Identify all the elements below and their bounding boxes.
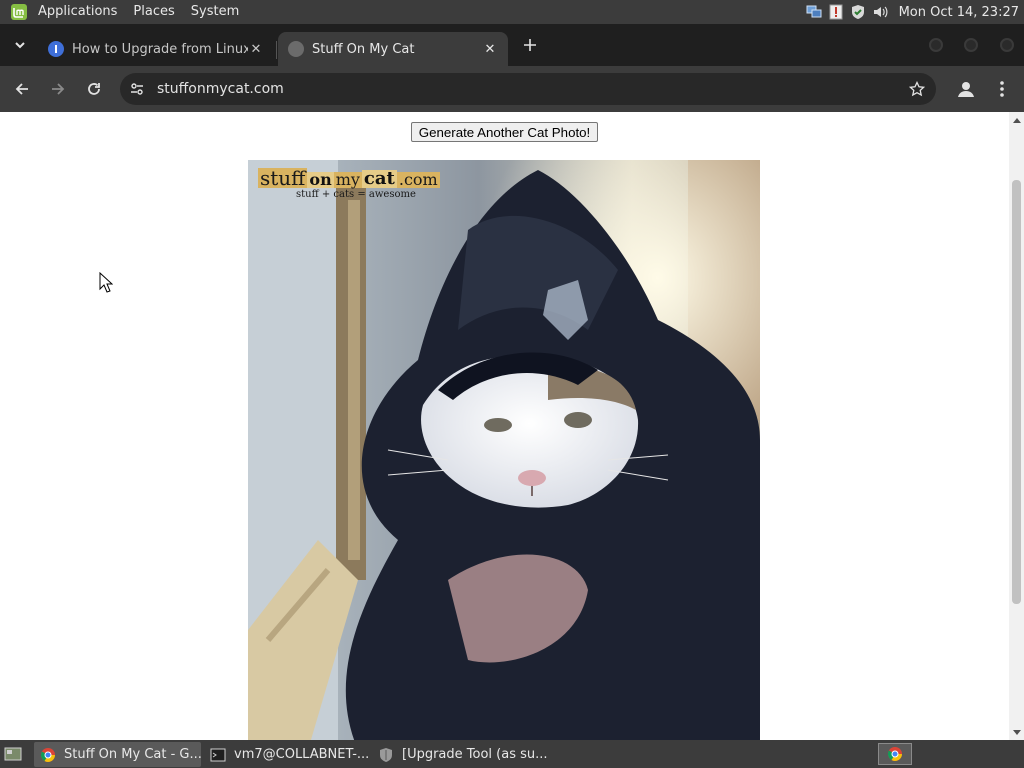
cat-photo: stuff on my cat .com stuff + cats = awes…: [248, 160, 760, 740]
profile-avatar-icon[interactable]: [953, 76, 979, 102]
tab-close-icon[interactable]: ✕: [482, 41, 498, 57]
reload-icon: [88, 83, 100, 95]
site-info-icon[interactable]: [128, 80, 146, 98]
watermark-word: on: [307, 170, 334, 189]
tab-strip: How to Upgrade from Linux ✕ Stuff On My …: [0, 24, 1024, 66]
new-tab-button[interactable]: [518, 33, 542, 57]
scrollbar-thumb[interactable]: [1012, 180, 1021, 604]
shield-tray-icon[interactable]: [850, 4, 866, 20]
menu-places[interactable]: Places: [125, 0, 182, 24]
network-icon[interactable]: [806, 4, 822, 20]
taskbar-item-label: Stuff On My Cat - G...: [64, 747, 202, 762]
scroll-up-arrow-icon[interactable]: [1009, 112, 1024, 127]
menu-applications[interactable]: Applications: [30, 0, 125, 24]
back-button[interactable]: [10, 77, 34, 101]
volume-icon[interactable]: [872, 4, 888, 20]
arrow-left-icon: [15, 83, 28, 95]
chrome-icon: [887, 747, 902, 761]
bookmark-star-icon[interactable]: [908, 80, 926, 98]
top-panel: Applications Places System Mon Oct 14, 2…: [0, 0, 1024, 24]
watermark-tagline: stuff + cats = awesome: [296, 189, 416, 200]
browser-toolbar: stuffonmycat.com: [0, 66, 1024, 112]
tab-close-icon[interactable]: ✕: [248, 41, 264, 57]
menu-system[interactable]: System: [183, 0, 247, 24]
tab-separator: [276, 41, 277, 59]
close-window-button[interactable]: [1000, 38, 1014, 52]
mint-logo-icon[interactable]: [8, 2, 30, 22]
plus-icon: [524, 39, 536, 51]
maximize-button[interactable]: [964, 38, 978, 52]
shield-icon: [378, 747, 394, 763]
chevron-down-icon: [15, 42, 25, 49]
taskbar-item-label: vm7@COLLABNET-...: [234, 747, 370, 762]
workspace-switcher[interactable]: [878, 743, 912, 765]
vertical-scrollbar[interactable]: [1009, 112, 1024, 740]
clock[interactable]: Mon Oct 14, 23:27: [891, 5, 1024, 20]
page-viewport: Generate Another Cat Photo! stuff on my …: [0, 112, 1024, 740]
tab-favicon-icon: [48, 41, 64, 57]
taskbar-item-terminal[interactable]: vm7@COLLABNET-...: [204, 742, 370, 767]
tab-search-button[interactable]: [8, 33, 32, 57]
watermark-word: cat: [361, 168, 397, 189]
mouse-cursor-icon: [99, 271, 114, 298]
watermark-word: my: [333, 170, 362, 189]
bottom-taskbar: Stuff On My Cat - G... vm7@COLLABNET-...…: [0, 740, 1024, 768]
taskbar-item-upgrade-tool[interactable]: [Upgrade Tool (as su...: [372, 742, 548, 767]
update-alert-icon[interactable]: [828, 4, 844, 20]
watermark-word: .com: [396, 170, 440, 189]
generate-cat-photo-button[interactable]: Generate Another Cat Photo!: [411, 122, 598, 142]
site-watermark: stuff on my cat .com stuff + cats = awes…: [258, 168, 440, 200]
tab-how-to-upgrade[interactable]: How to Upgrade from Linux ✕: [38, 32, 274, 66]
globe-icon: [288, 41, 304, 57]
scroll-down-arrow-icon[interactable]: [1009, 725, 1024, 740]
watermark-word: stuff: [258, 166, 308, 190]
chrome-icon: [40, 747, 56, 763]
arrow-right-icon: [52, 83, 65, 95]
taskbar-item-browser[interactable]: Stuff On My Cat - G...: [34, 742, 202, 767]
kebab-menu-icon[interactable]: [990, 76, 1014, 102]
tab-title: Stuff On My Cat: [312, 41, 415, 57]
tab-title: How to Upgrade from Linux: [72, 41, 248, 57]
taskbar-item-label: [Upgrade Tool (as su...: [402, 747, 548, 762]
terminal-icon: [210, 747, 226, 763]
reload-button[interactable]: [82, 77, 106, 101]
tab-stuff-on-my-cat[interactable]: Stuff On My Cat ✕: [278, 32, 508, 66]
show-desktop-icon[interactable]: [2, 744, 24, 764]
address-bar[interactable]: stuffonmycat.com: [120, 73, 936, 105]
forward-button[interactable]: [46, 77, 70, 101]
minimize-button[interactable]: [929, 38, 943, 52]
url-text[interactable]: stuffonmycat.com: [157, 81, 284, 97]
